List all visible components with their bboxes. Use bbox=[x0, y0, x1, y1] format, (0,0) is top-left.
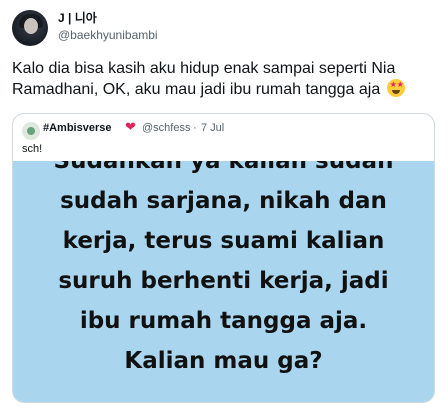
quoted-handle: @schfess bbox=[142, 122, 191, 134]
tweet-text: Kalo dia bisa kasih aku hidup enak sampa… bbox=[12, 58, 436, 100]
image-text-line: kerja, terus suami kalian bbox=[62, 228, 385, 254]
image-text-line: suruh berhenti kerja, jadi bbox=[58, 268, 389, 294]
heart-icon: ❤ bbox=[125, 119, 136, 134]
image-text-line: sudah sarjana, nikah dan bbox=[60, 188, 387, 214]
avatar[interactable] bbox=[12, 10, 48, 46]
image-text-line-clipped: Sudahkah ya kalian sudah bbox=[53, 161, 394, 174]
tweet-text-content: Kalo dia bisa kasih aku hidup enak sampa… bbox=[12, 60, 396, 98]
quoted-date: 7 Jul bbox=[201, 122, 225, 134]
quoted-tweet[interactable]: #Ambisverse ❤ @schfess · 7 Jul sch! Suda… bbox=[12, 113, 435, 403]
image-text-line: Kalian mau ga? bbox=[124, 348, 323, 374]
quoted-display-name: #Ambisverse bbox=[43, 122, 112, 134]
display-name[interactable]: J | 니아 bbox=[58, 11, 97, 25]
user-handle[interactable]: @baekhyunibambi bbox=[58, 28, 158, 42]
image-text-line: ibu rumah tangga aja. bbox=[79, 308, 368, 334]
quoted-avatar bbox=[22, 122, 40, 140]
star-struck-emoji-icon bbox=[386, 79, 405, 97]
quoted-separator: · bbox=[193, 122, 197, 134]
avatar-face bbox=[24, 18, 38, 34]
quoted-text: sch! bbox=[22, 143, 43, 155]
tweet: J | 니아 @baekhyunibambi Kalo dia bisa kas… bbox=[0, 0, 448, 412]
quoted-image[interactable]: Sudahkah ya kalian sudah sudah sarjana, … bbox=[13, 161, 434, 402]
